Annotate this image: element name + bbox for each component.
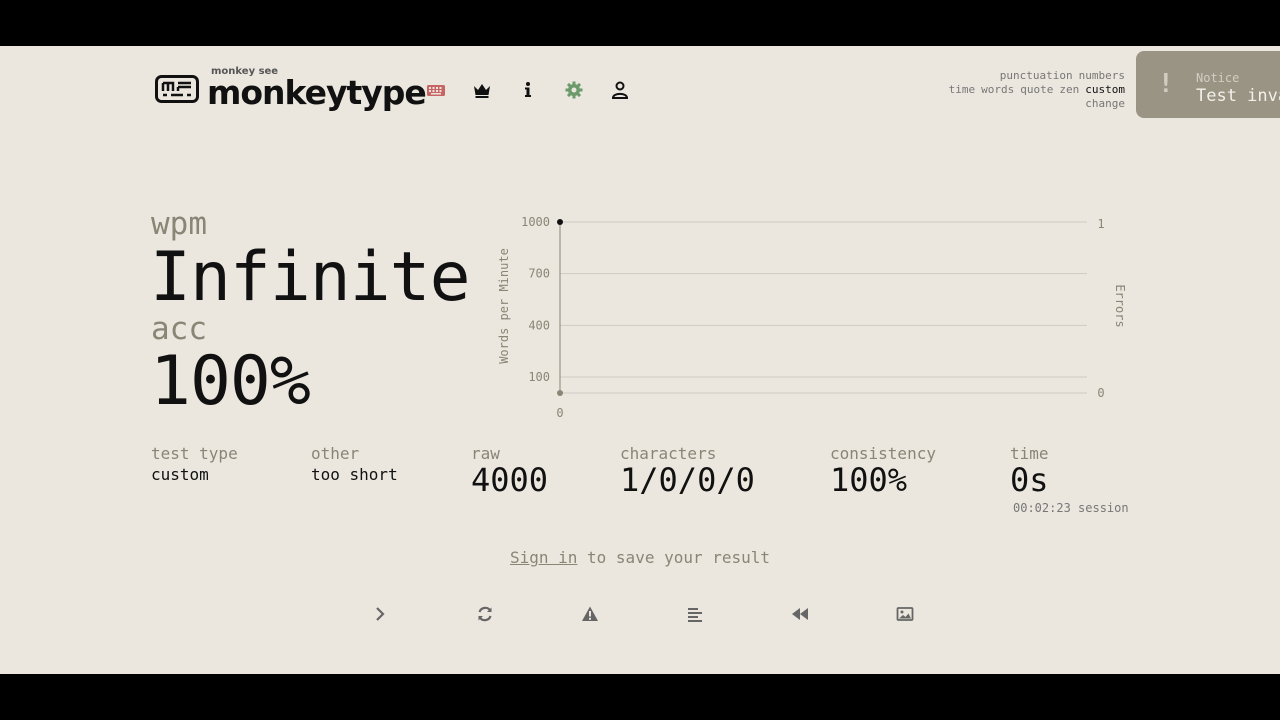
stat-time: time 0s	[1010, 444, 1049, 499]
config-numbers[interactable]: numbers	[1079, 69, 1125, 82]
wpm-value: Infinite	[150, 238, 471, 317]
logo[interactable]: monkey see monkeytype	[155, 65, 427, 112]
acc-value: 100%	[150, 342, 311, 421]
y-tick-label: 100	[528, 370, 550, 384]
time-value: 0s	[1010, 461, 1049, 499]
app-viewport: monkey see monkeytype punctuation numbers…	[0, 46, 1280, 674]
notice-toast[interactable]: ! Notice Test inva	[1136, 51, 1280, 118]
logo-text: monkeytype	[207, 73, 427, 112]
chevron-right-icon	[376, 607, 385, 621]
y2-tick-label: 1	[1097, 217, 1104, 231]
refresh-icon	[478, 606, 492, 622]
config-punctuation[interactable]: punctuation	[1000, 69, 1073, 82]
y2-tick-label: 0	[1097, 386, 1104, 400]
user-icon[interactable]	[609, 80, 631, 100]
gear-icon[interactable]	[563, 80, 585, 100]
align-left-icon	[688, 608, 702, 622]
other-label: other	[311, 444, 360, 463]
stat-other: other too short	[311, 444, 398, 484]
stat-raw: raw 4000	[471, 444, 548, 499]
y2-axis-label: Errors	[1113, 284, 1127, 327]
notice-text: Test inva	[1196, 86, 1280, 106]
next-test-button[interactable]	[368, 603, 392, 625]
restart-test-button[interactable]	[473, 603, 497, 625]
save-screenshot-button[interactable]	[893, 603, 917, 625]
stat-characters: characters 1/0/0/0	[620, 444, 755, 499]
other-value: too short	[311, 465, 398, 484]
test-type-value: custom	[151, 465, 209, 484]
wpm-chart: 100 400 700 1000 0 1 0 Words per Minute Errors	[497, 215, 1127, 420]
config-change[interactable]: change	[1085, 97, 1125, 110]
raw-point	[557, 390, 563, 396]
signin-link[interactable]: Sign in	[510, 548, 577, 567]
test-config: punctuation numbers time words quote zen cust…	[943, 69, 1125, 111]
signin-prompt: Sign in to save your result	[0, 548, 1280, 567]
session-time: 00:02:23 session	[1013, 501, 1129, 515]
y-axis-label: Words per Minute	[497, 248, 511, 364]
wpm-label: wpm	[151, 206, 207, 242]
config-time[interactable]: time	[949, 83, 976, 96]
wpm-point	[557, 219, 563, 225]
stat-consistency: consistency 100%	[830, 444, 936, 499]
words-history-button[interactable]	[683, 603, 707, 625]
config-quote[interactable]: quote	[1020, 83, 1053, 96]
consistency-value: 100%	[830, 461, 908, 499]
watch-replay-button[interactable]	[788, 603, 812, 625]
logo-keyboard-icon	[155, 75, 199, 103]
config-words[interactable]: words	[981, 83, 1014, 96]
test-type-label: test type	[151, 444, 238, 463]
crown-icon[interactable]	[471, 80, 493, 100]
keyboard-icon[interactable]	[425, 80, 447, 100]
x-tick-label: 0	[556, 406, 563, 420]
y-tick-label: 400	[528, 318, 550, 332]
backward-icon	[792, 608, 808, 620]
warning-icon	[582, 606, 598, 621]
characters-value: 1/0/0/0	[620, 461, 755, 499]
config-zen[interactable]: zen	[1059, 83, 1079, 96]
notice-title: Notice	[1196, 71, 1240, 85]
raw-value: 4000	[471, 461, 549, 499]
practice-mistakes-button[interactable]	[578, 603, 602, 625]
info-icon[interactable]	[517, 80, 539, 100]
image-icon	[896, 607, 914, 621]
signin-text: to save your result	[577, 548, 771, 567]
config-custom[interactable]: custom	[1085, 83, 1125, 96]
y-tick-label: 1000	[521, 215, 550, 229]
exclamation-icon: !	[1158, 69, 1174, 99]
stat-test-type: test type custom	[151, 444, 238, 484]
y-tick-label: 700	[528, 267, 550, 281]
